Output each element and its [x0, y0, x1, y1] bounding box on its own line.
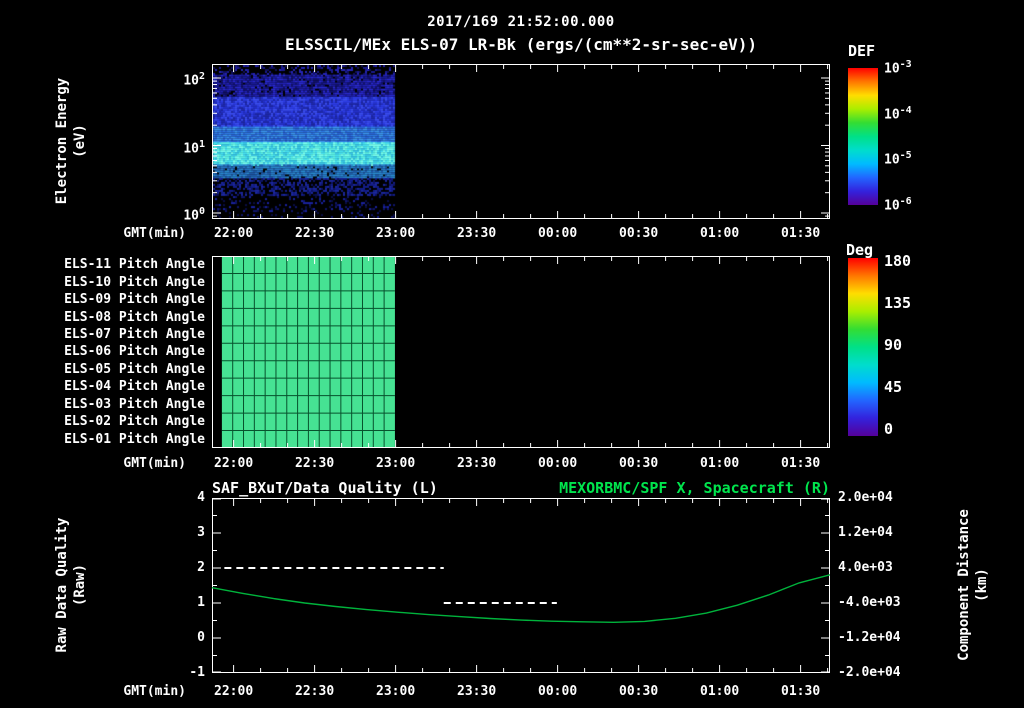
pitch-row-label: ELS-03 Pitch Angle	[64, 396, 205, 412]
y-tick-label: 100	[183, 206, 205, 224]
amda-science-plot-page: 2017/169 21:52:00.000 ELSSCIL/MEx ELS-07…	[0, 0, 1024, 708]
pitch-row-label: ELS-10 Pitch Angle	[64, 274, 205, 290]
x-tick-label: 23:30	[457, 684, 497, 699]
pitch-row-label: ELS-09 Pitch Angle	[64, 292, 205, 308]
x-tick-label: 01:30	[781, 684, 821, 699]
right-axis-series-title: MEXORBMC/SPF X, Spacecraft (R)	[559, 479, 830, 497]
right-y-tick-label: 2.0e+04	[838, 490, 893, 505]
right-y-tick-label: 4.0e+03	[838, 560, 893, 575]
x-tick-label: 23:00	[376, 226, 416, 241]
line-chart-plot	[212, 498, 830, 673]
spectrogram-panel	[212, 64, 830, 219]
x-tick-label: 22:30	[295, 226, 335, 241]
pitch-angle-panel	[212, 256, 830, 448]
x-tick-label: 00:00	[538, 456, 578, 471]
pitch-angle-plot	[212, 256, 830, 448]
def-colorbar-title: DEF	[848, 42, 876, 60]
x-tick-label: 01:00	[700, 456, 740, 471]
colorbar-tick-label: 10-6	[884, 196, 912, 214]
ylabel-line: Raw Data Quality	[54, 517, 70, 653]
colorbar-tick-label: 0	[884, 420, 894, 438]
ylabel-line: Component Distance	[956, 509, 972, 661]
x-tick-label: 22:30	[295, 456, 335, 471]
right-y-tick-label: -2.0e+04	[838, 665, 901, 680]
ylabel-line: (km)	[974, 568, 990, 602]
axes-frame	[212, 64, 830, 219]
spectrogram-axes	[212, 64, 830, 219]
pitch-row-label: ELS-06 Pitch Angle	[64, 344, 205, 360]
x-tick-label: 00:30	[619, 226, 659, 241]
spacecraft-x-curve	[212, 574, 830, 624]
quality-y-axis-title: Raw Data Quality (Raw)	[53, 475, 89, 695]
axes-frame	[212, 498, 830, 673]
timestamp-title: 2017/169 21:52:00.000	[427, 14, 615, 30]
pitch-row-label: ELS-04 Pitch Angle	[64, 379, 205, 395]
x-tick-label: 01:30	[781, 226, 821, 241]
colorbar-tick-label: 10-4	[884, 104, 912, 122]
gmt-label-panel1: GMT(min)	[123, 226, 186, 241]
y-tick-label: 0	[197, 630, 205, 645]
y-tick-label: 4	[197, 490, 205, 505]
x-tick-label: 00:30	[619, 684, 659, 699]
x-tick-label: 23:30	[457, 226, 497, 241]
colorbar-tick-label: 45	[884, 378, 903, 396]
x-tick-label: 22:00	[214, 684, 254, 699]
right-y-tick-label: 1.2e+04	[838, 525, 893, 540]
y-tick-label: 1	[197, 595, 205, 610]
y-tick-label: 101	[183, 138, 205, 156]
pitch-row-label: ELS-02 Pitch Angle	[64, 414, 205, 430]
ylabel-line: Electron Energy	[54, 77, 70, 205]
ylabel-line: (eV)	[72, 124, 88, 158]
spectrogram-y-axis-title: Electron Energy (eV)	[53, 31, 89, 251]
quality-distance-panel	[212, 498, 830, 673]
instrument-title: ELSSCIL/MEx ELS-07 LR-Bk (ergs/(cm**2-sr…	[284, 35, 757, 54]
gmt-label-panel3: GMT(min)	[123, 684, 186, 699]
distance-y-axis-title: Component Distance (km)	[955, 475, 991, 695]
colorbar-tick-label: 135	[884, 294, 912, 312]
deg-colorbar-title: Deg	[846, 241, 874, 259]
x-tick-label: 01:00	[700, 226, 740, 241]
pitch-angle-row-labels: ELS-11 Pitch Angle ELS-10 Pitch Angle EL…	[20, 256, 205, 448]
pitch-row-label: ELS-08 Pitch Angle	[64, 309, 205, 325]
x-tick-label: 23:00	[376, 456, 416, 471]
right-y-tick-label: -4.0e+03	[838, 595, 901, 610]
pitch-row-label: ELS-05 Pitch Angle	[64, 361, 205, 377]
pitch-row-label: ELS-01 Pitch Angle	[64, 431, 205, 447]
x-tick-label: 00:00	[538, 684, 578, 699]
def-colorbar	[848, 68, 878, 205]
x-tick-label: 22:00	[214, 456, 254, 471]
pitch-row-label: ELS-11 Pitch Angle	[64, 257, 205, 273]
x-tick-label: 00:00	[538, 226, 578, 241]
x-tick-label: 23:30	[457, 456, 497, 471]
x-tick-label: 00:30	[619, 456, 659, 471]
y-tick-label: -1	[189, 665, 205, 680]
right-y-tick-label: -1.2e+04	[838, 630, 901, 645]
pitch-row-label: ELS-07 Pitch Angle	[64, 327, 205, 343]
deg-colorbar	[848, 258, 878, 436]
x-tick-label: 22:00	[214, 226, 254, 241]
colorbar-tick-label: 180	[884, 252, 912, 270]
y-tick-label: 3	[197, 525, 205, 540]
x-tick-label: 22:30	[295, 684, 335, 699]
colorbar-tick-label: 10-3	[884, 59, 912, 77]
colorbar-tick-label: 90	[884, 336, 903, 354]
x-tick-label: 23:00	[376, 684, 416, 699]
y-tick-label: 102	[183, 71, 205, 89]
gmt-label-panel2: GMT(min)	[123, 456, 186, 471]
colorbar-tick-label: 10-5	[884, 150, 912, 168]
ylabel-line: (Raw)	[72, 563, 88, 607]
y-tick-label: 2	[197, 560, 205, 575]
x-tick-label: 01:00	[700, 684, 740, 699]
x-tick-label: 01:30	[781, 456, 821, 471]
